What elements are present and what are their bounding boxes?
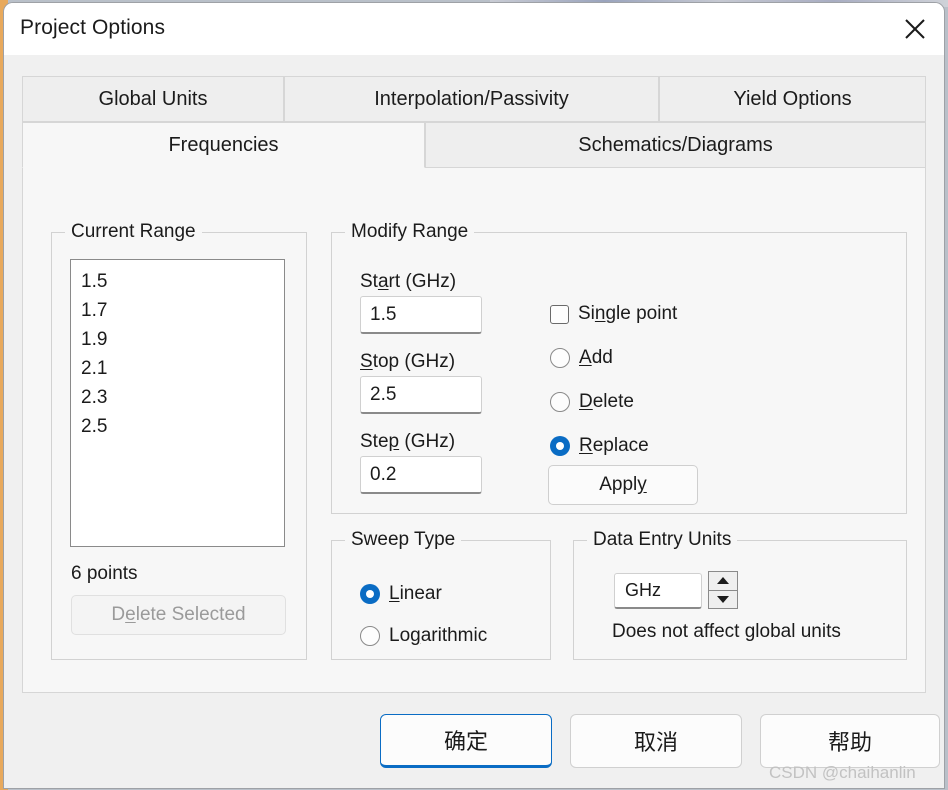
spinner-down-button[interactable]	[709, 591, 737, 609]
delete-radio[interactable]: Delete	[550, 391, 634, 413]
data-entry-units-title: Data Entry Units	[587, 529, 738, 551]
apply-label: Apply	[599, 474, 647, 495]
sweep-type-group: Sweep Type Linear Logarithmic	[331, 529, 551, 660]
window-title: Project Options	[20, 16, 166, 39]
linear-label: Linear	[389, 583, 442, 604]
apply-button[interactable]: Apply	[548, 465, 698, 505]
current-range-title: Current Range	[65, 221, 202, 243]
tab-frequencies[interactable]: Frequencies	[22, 122, 425, 168]
list-item[interactable]: 1.9	[81, 325, 284, 354]
delete-selected-button[interactable]: Delete Selected	[71, 595, 286, 635]
list-item[interactable]: 2.1	[81, 354, 284, 383]
start-field-label: Start (GHz)	[360, 271, 457, 292]
close-button[interactable]	[886, 3, 944, 55]
tab-label: Frequencies	[168, 133, 279, 156]
tab-strip: Global Units Interpolation/Passivity Yie…	[22, 76, 926, 168]
radio-icon	[550, 392, 570, 412]
spinner-up-button[interactable]	[709, 572, 737, 591]
modify-range-title: Modify Range	[345, 221, 475, 243]
replace-label: Replace	[579, 435, 649, 456]
project-options-dialog: Project Options Global Units Interpolati…	[4, 3, 944, 788]
chevron-up-icon	[716, 572, 730, 590]
title-bar: Project Options	[4, 3, 944, 55]
list-item[interactable]: 2.3	[81, 383, 284, 412]
data-entry-units-group: Data Entry Units GHz Does not affect glo…	[573, 529, 907, 660]
tab-label: Global Units	[98, 87, 208, 110]
tab-label: Yield Options	[733, 87, 852, 110]
radio-icon-selected	[360, 584, 380, 604]
units-spinner[interactable]	[708, 571, 738, 609]
list-item[interactable]: 1.5	[81, 267, 284, 296]
delete-label: Delete	[579, 391, 634, 412]
ok-button[interactable]: 确定	[380, 714, 552, 768]
add-label: Add	[579, 347, 613, 368]
tab-label: Interpolation/Passivity	[374, 87, 569, 110]
tab-label: Schematics/Diagrams	[578, 133, 773, 156]
current-range-group: Current Range 1.5 1.7 1.9 2.1 2.3 2.5 6 …	[51, 221, 307, 660]
radio-icon	[550, 348, 570, 368]
tab-global-units[interactable]: Global Units	[22, 76, 284, 122]
radio-icon-selected	[550, 436, 570, 456]
cancel-button[interactable]: 取消	[570, 714, 742, 768]
modify-range-group: Modify Range Start (GHz) 1.5 Stop (GHz) …	[331, 221, 907, 514]
points-count-label: 6 points	[71, 563, 138, 584]
step-input[interactable]: 0.2	[360, 456, 482, 494]
start-input[interactable]: 1.5	[360, 296, 482, 334]
single-point-checkbox[interactable]: Single point	[550, 303, 677, 325]
add-radio[interactable]: Add	[550, 347, 613, 369]
tab-interpolation-passivity[interactable]: Interpolation/Passivity	[284, 76, 659, 122]
dialog-button-bar: 确定 取消 帮助	[4, 703, 944, 788]
close-icon	[902, 16, 928, 42]
frequencies-tab-panel: Current Range 1.5 1.7 1.9 2.1 2.3 2.5 6 …	[22, 167, 926, 693]
chevron-down-icon	[716, 591, 730, 609]
list-item[interactable]: 2.5	[81, 412, 284, 441]
units-note: Does not affect global units	[612, 621, 841, 642]
logarithmic-label: Logarithmic	[389, 625, 488, 646]
linear-radio[interactable]: Linear	[360, 583, 442, 605]
sweep-type-title: Sweep Type	[345, 529, 462, 551]
tab-yield-options[interactable]: Yield Options	[659, 76, 926, 122]
units-input[interactable]: GHz	[614, 573, 702, 609]
step-field-label: Step (GHz)	[360, 431, 456, 452]
checkbox-icon	[550, 304, 569, 324]
list-item[interactable]: 1.7	[81, 296, 284, 325]
delete-selected-label: Delete Selected	[111, 604, 246, 625]
help-button[interactable]: 帮助	[760, 714, 940, 768]
frequency-listbox[interactable]: 1.5 1.7 1.9 2.1 2.3 2.5	[70, 259, 285, 547]
stop-input[interactable]: 2.5	[360, 376, 482, 414]
single-point-label: Single point	[578, 303, 678, 324]
tab-schematics-diagrams[interactable]: Schematics/Diagrams	[425, 122, 926, 168]
radio-icon	[360, 626, 380, 646]
logarithmic-radio[interactable]: Logarithmic	[360, 625, 487, 647]
replace-radio[interactable]: Replace	[550, 435, 649, 457]
stop-field-label: Stop (GHz)	[360, 351, 456, 372]
